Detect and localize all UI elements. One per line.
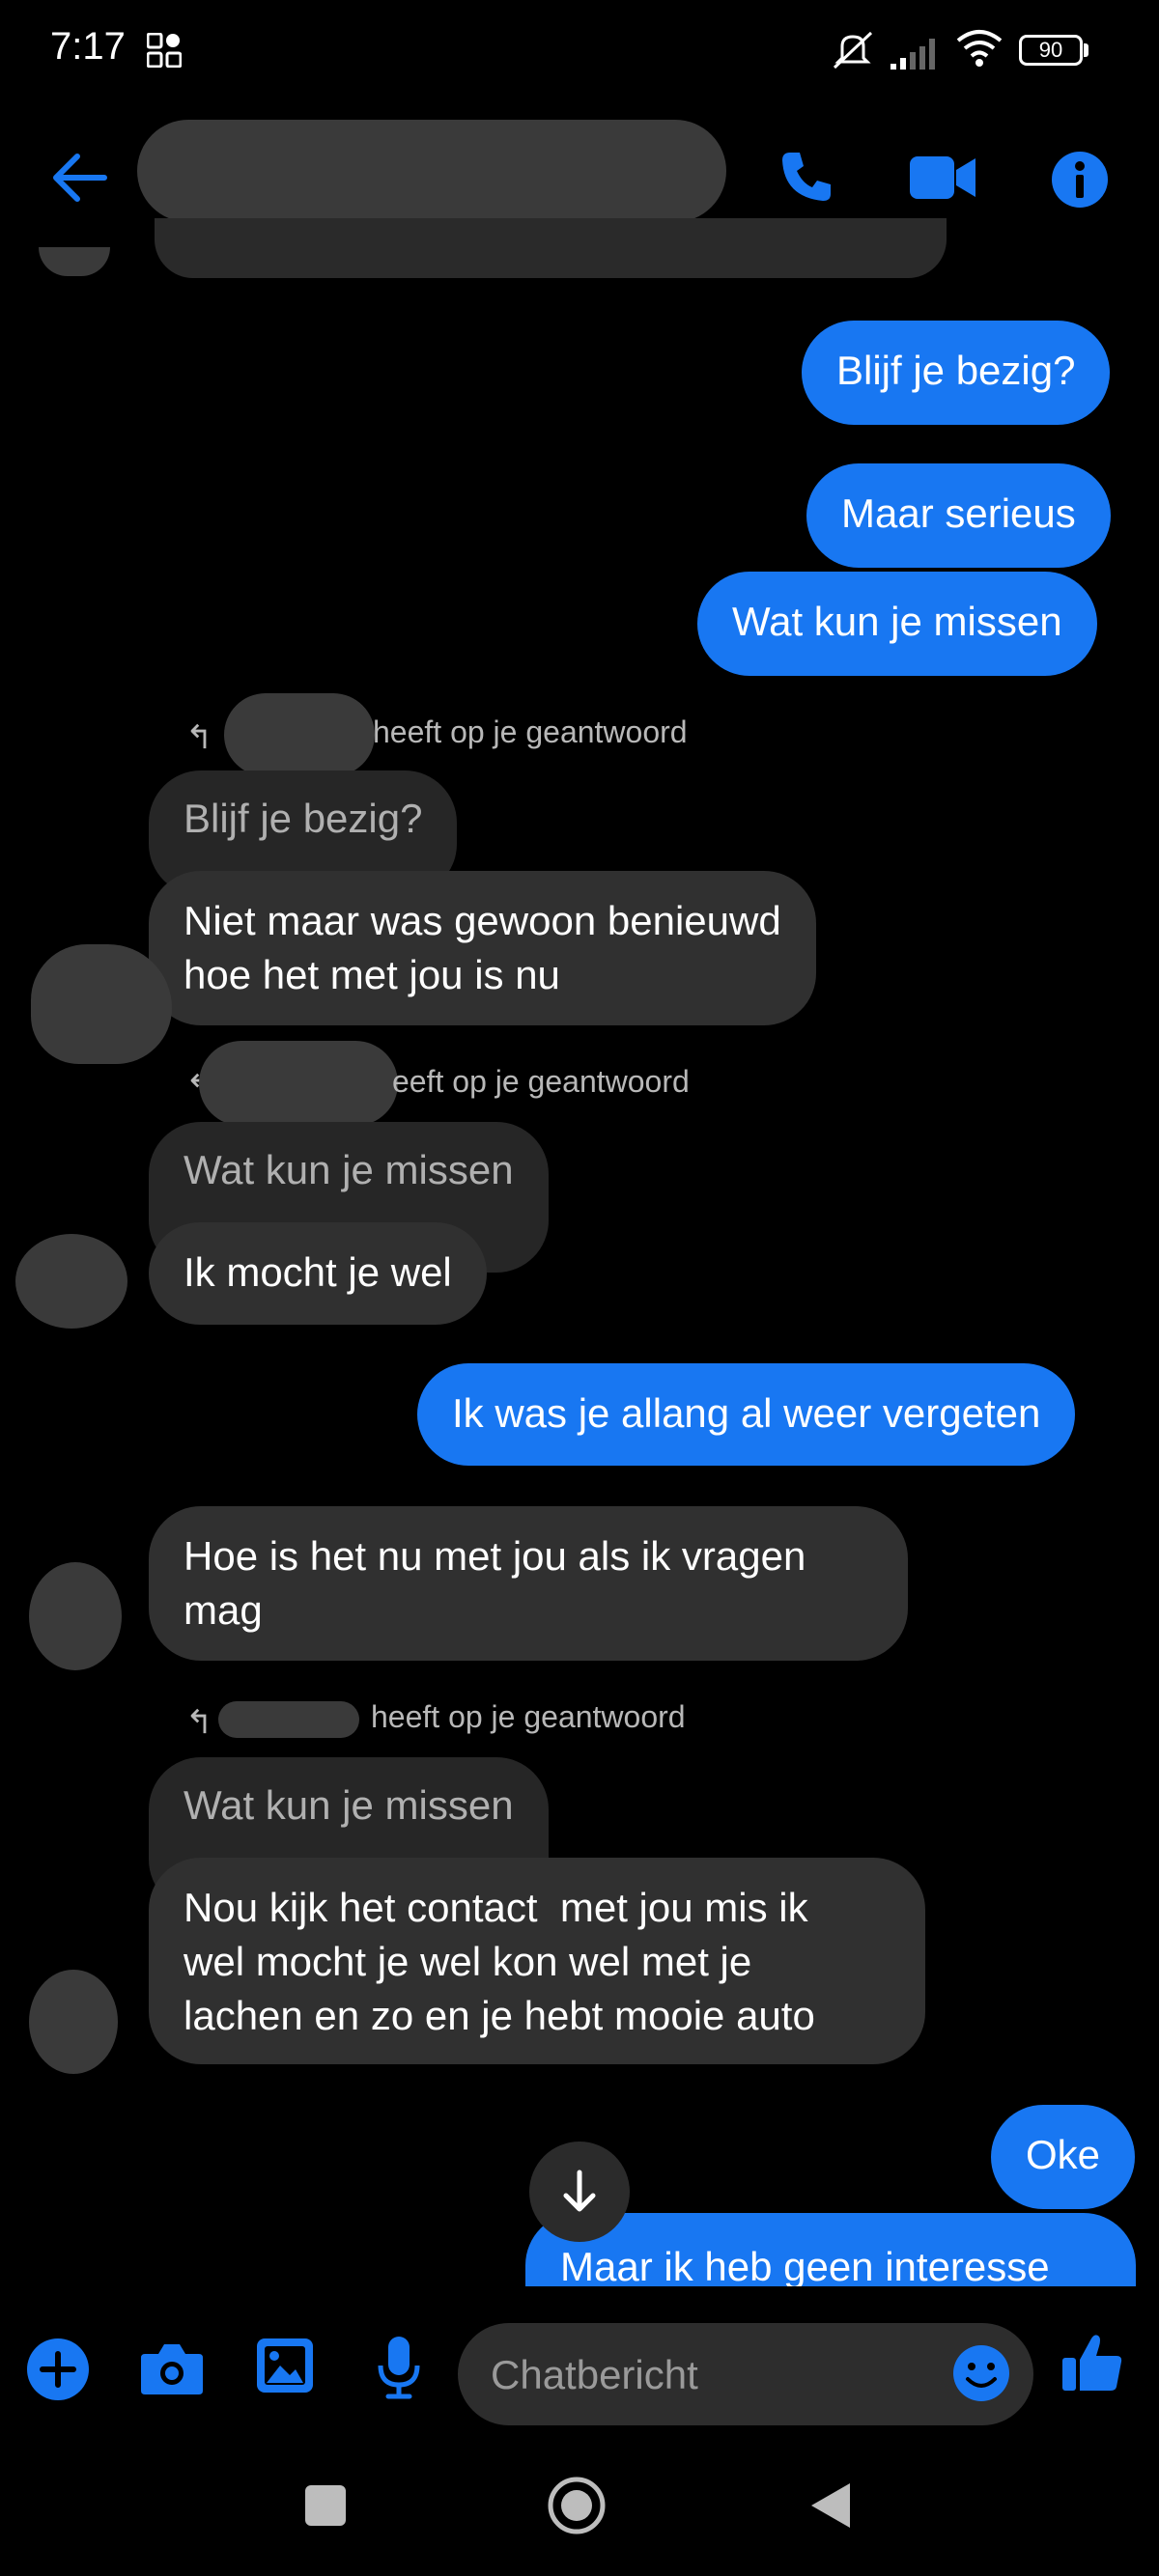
outgoing-message[interactable]: Oke: [991, 2105, 1136, 2209]
incoming-message[interactable]: Nou kijk het contact met jou mis ik wel …: [149, 1858, 925, 2064]
arrow-down-icon: [563, 2170, 596, 2212]
emoji-icon[interactable]: [952, 2344, 1010, 2402]
signal-icon: [890, 39, 935, 70]
reply-arrow-icon: ↰: [185, 719, 213, 756]
message-input-placeholder: Chatbericht: [491, 2352, 698, 2397]
avatar: [31, 944, 172, 1064]
camera-icon[interactable]: [139, 2340, 205, 2396]
reply-meta: eeft op je geantwoord: [392, 1064, 690, 1099]
arrow-left-icon[interactable]: [50, 153, 108, 203]
avatar: [29, 1562, 122, 1670]
incoming-message[interactable]: Niet maar was gewoon benieuwd hoe het me…: [149, 871, 816, 1025]
back-button[interactable]: [809, 2481, 852, 2530]
outgoing-message[interactable]: Ik was je allang al weer vergeten: [417, 1363, 1076, 1466]
microphone-icon[interactable]: [377, 2335, 421, 2400]
video-camera-icon[interactable]: [908, 153, 977, 203]
previous-message-redacted: [155, 218, 947, 278]
scroll-down-button[interactable]: [529, 2142, 630, 2242]
battery-indicator: 90: [1019, 35, 1083, 66]
battery-tip: [1084, 43, 1088, 57]
reply-meta: heeft op je geantwoord: [371, 1699, 686, 1734]
plus-icon[interactable]: [27, 2338, 89, 2400]
recent-apps-button[interactable]: [305, 2485, 346, 2526]
avatar: [39, 247, 110, 276]
sender-name-redacted: [199, 1041, 398, 1126]
phone-icon[interactable]: [778, 149, 834, 205]
avatar: [29, 1970, 118, 2074]
home-button[interactable]: [547, 2476, 607, 2535]
sender-name-redacted: [218, 1701, 359, 1738]
status-time: 7:17: [50, 25, 126, 68]
sender-name-redacted: [224, 693, 375, 776]
reply-arrow-icon: ↰: [185, 1704, 213, 1741]
outgoing-message[interactable]: Blijf je bezig?: [802, 321, 1111, 425]
wifi-icon: [956, 30, 1003, 67]
info-icon[interactable]: [1051, 151, 1109, 209]
app-grid-icon: [147, 33, 182, 68]
reply-meta: heeft op je geantwoord: [373, 714, 688, 749]
outgoing-message[interactable]: Maar serieus: [806, 463, 1111, 568]
mute-icon: [833, 31, 873, 70]
image-icon[interactable]: [255, 2337, 315, 2394]
outgoing-message[interactable]: Wat kun je missen: [697, 572, 1097, 676]
thumbs-up-icon[interactable]: [1060, 2331, 1124, 2394]
incoming-message[interactable]: Hoe is het nu met jou als ik vragen mag: [149, 1506, 908, 1661]
avatar: [15, 1234, 127, 1329]
contact-name-redacted[interactable]: [137, 120, 726, 222]
incoming-message[interactable]: Ik mocht je wel: [149, 1222, 487, 1325]
